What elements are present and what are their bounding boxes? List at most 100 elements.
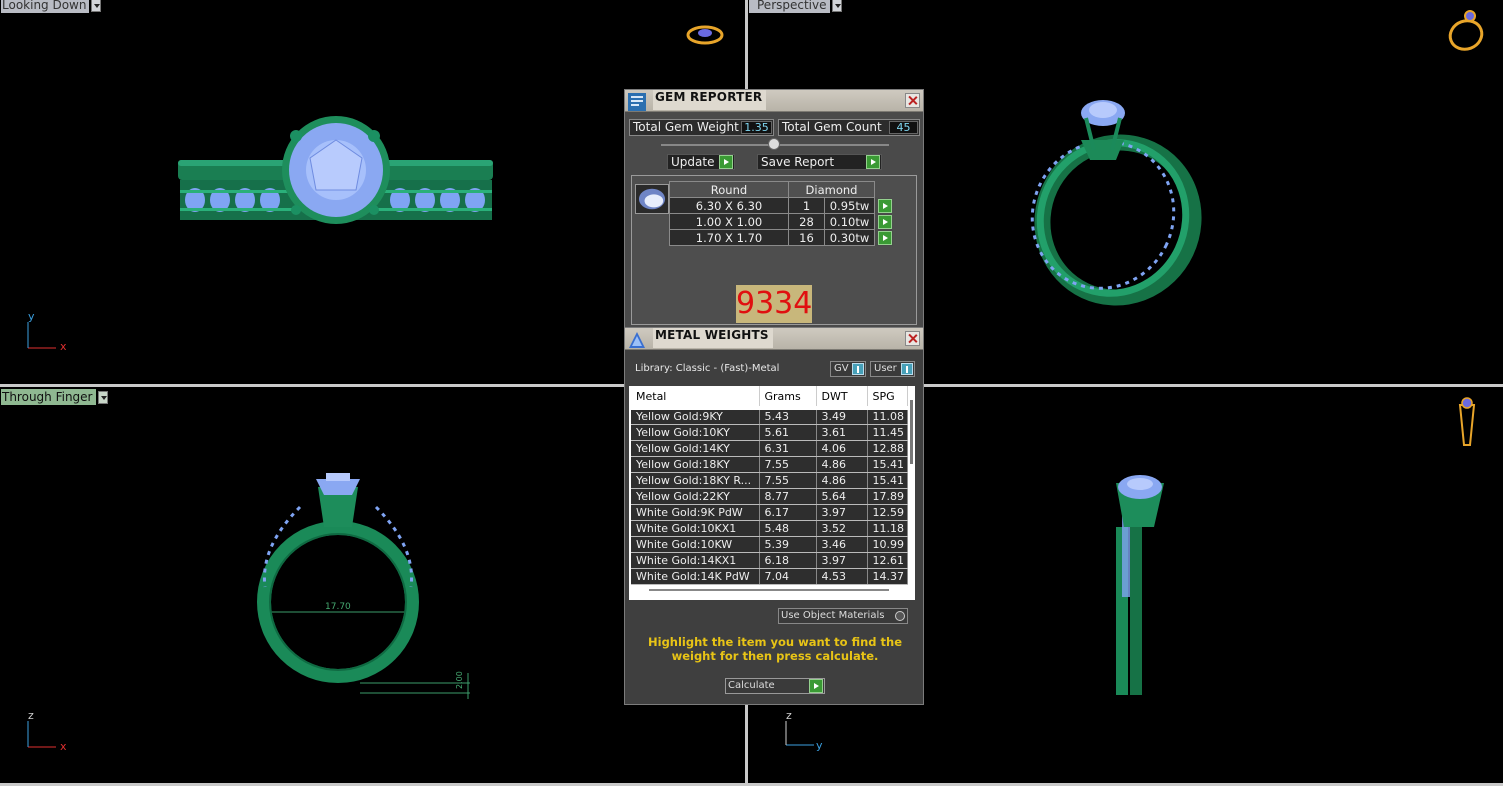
metal-name-cell: Yellow Gold:18KY	[631, 456, 760, 473]
grams-cell: 5.61	[759, 424, 817, 441]
viewport-label-looking-down[interactable]: Looking Down	[0, 0, 102, 13]
gem-weight-cell: 0.95tw	[824, 197, 875, 214]
spg-cell: 15.41	[867, 472, 908, 489]
radio-icon[interactable]	[895, 611, 905, 621]
viewport-name: Through Finger	[1, 389, 96, 405]
viewport-dropdown-icon[interactable]	[97, 390, 108, 404]
dwt-cell: 4.53	[816, 568, 868, 585]
close-icon[interactable]	[905, 93, 920, 108]
splitter-handle-icon[interactable]	[768, 138, 780, 150]
use-object-materials-label: Use Object Materials	[781, 610, 885, 621]
spg-header[interactable]: SPG	[867, 386, 908, 410]
dwt-cell: 4.86	[816, 472, 868, 489]
spg-cell: 11.45	[867, 424, 908, 441]
viewport-name: Looking Down	[1, 0, 90, 13]
panel-title: METAL WEIGHTS	[653, 328, 773, 348]
total-gem-count-field: Total Gem Count 45	[778, 119, 920, 136]
grams-cell: 6.18	[759, 552, 817, 569]
calculate-button[interactable]: Calculate	[725, 678, 825, 694]
total-gem-count-label: Total Gem Count	[782, 120, 882, 134]
toggle-icon	[852, 363, 864, 375]
axis-y-label: y	[28, 310, 35, 323]
table-row[interactable]: 1.00 X 1.00 28 0.10tw	[669, 213, 893, 230]
gem-size-cell: 1.70 X 1.70	[669, 229, 789, 246]
viewport-label-through-finger[interactable]: Through Finger	[0, 389, 108, 405]
total-gem-weight-label: Total Gem Weight	[633, 120, 739, 134]
grams-cell: 7.55	[759, 472, 817, 489]
table-row[interactable]: Yellow Gold:22KY 8.77 5.64 17.89	[631, 488, 908, 505]
dwt-cell: 3.61	[816, 424, 868, 441]
play-icon	[719, 155, 733, 169]
table-row[interactable]: Yellow Gold:18KY R... 7.55 4.86 15.41	[631, 472, 908, 489]
metal-table-container[interactable]: Metal Grams DWT SPG Yellow Gold:9KY 5.43 3…	[629, 386, 915, 600]
panel-title: GEM REPORTER	[653, 90, 767, 110]
axis-z-label: z	[28, 709, 34, 722]
spg-cell: 12.59	[867, 504, 908, 521]
table-row[interactable]: 6.30 X 6.30 1 0.95tw	[669, 197, 893, 214]
view-cube-icon	[1448, 10, 1484, 51]
viewport-dropdown-icon[interactable]	[831, 0, 842, 12]
table-row[interactable]: White Gold:14KX1 6.18 3.97 12.61	[631, 552, 908, 569]
play-icon	[809, 679, 823, 693]
metal-header[interactable]: Metal	[631, 386, 760, 410]
play-icon[interactable]	[878, 230, 892, 245]
table-row[interactable]: White Gold:14K PdW 7.04 4.53 14.37	[631, 568, 908, 585]
gv-label: GV	[834, 363, 849, 374]
spg-cell: 10.99	[867, 536, 908, 553]
table-row[interactable]: White Gold:9K PdW 6.17 3.97 12.59	[631, 504, 908, 521]
spg-cell: 11.08	[867, 408, 908, 425]
report-id-badge: 9334	[736, 285, 813, 323]
axis-y-label: y	[816, 739, 823, 752]
dwt-cell: 4.86	[816, 456, 868, 473]
view-cube-icon	[686, 25, 724, 45]
horizontal-scrollbar[interactable]	[649, 589, 889, 591]
metal-name-cell: White Gold:14K PdW	[631, 568, 760, 585]
viewport-label-perspective[interactable]: Perspective	[748, 0, 842, 13]
cad-workspace: x y Looking Down Perspective 17.70 2.00 …	[0, 0, 1503, 786]
viewport-dropdown-icon[interactable]	[91, 0, 102, 12]
table-row[interactable]: Yellow Gold:10KY 5.61 3.61 11.45	[631, 424, 908, 441]
spg-cell: 11.18	[867, 520, 908, 537]
grams-header[interactable]: Grams	[759, 386, 817, 410]
calculate-label: Calculate	[728, 680, 775, 691]
gem-size-cell: 1.00 X 1.00	[669, 213, 789, 230]
spg-cell: 12.61	[867, 552, 908, 569]
close-icon[interactable]	[905, 331, 920, 346]
update-button[interactable]: Update	[667, 154, 735, 170]
vertical-scrollbar[interactable]	[910, 400, 913, 464]
axis-z-label: z	[786, 709, 792, 722]
dwt-header[interactable]: DWT	[816, 386, 868, 410]
table-row[interactable]: White Gold:10KX1 5.48 3.52 11.18	[631, 520, 908, 537]
metal-name-cell: Yellow Gold:10KY	[631, 424, 760, 441]
table-row[interactable]: Yellow Gold:18KY 7.55 4.86 15.41	[631, 456, 908, 473]
spg-cell: 15.41	[867, 456, 908, 473]
viewport-name: Perspective	[749, 0, 830, 13]
gv-toggle[interactable]: GV	[830, 361, 866, 377]
grams-cell: 8.77	[759, 488, 817, 505]
ring-thickness-dimension: 2.00	[455, 671, 464, 689]
gem-reporter-titlebar[interactable]: GEM REPORTER	[625, 90, 923, 112]
play-icon[interactable]	[878, 214, 892, 229]
grams-cell: 5.48	[759, 520, 817, 537]
gem-size-cell: 6.30 X 6.30	[669, 197, 789, 214]
library-label: Library: Classic - (Fast)-Metal	[635, 363, 780, 374]
spg-cell: 14.37	[867, 568, 908, 585]
dwt-cell: 3.97	[816, 504, 868, 521]
metal-name-cell: White Gold:10KW	[631, 536, 760, 553]
metal-weights-titlebar[interactable]: METAL WEIGHTS	[625, 328, 923, 350]
save-report-button[interactable]: Save Report	[757, 154, 882, 170]
dwt-cell: 3.46	[816, 536, 868, 553]
total-gem-weight-value: 1.35	[741, 121, 772, 134]
use-object-materials-option[interactable]: Use Object Materials	[778, 608, 908, 624]
table-row[interactable]: Yellow Gold:9KY 5.43 3.49 11.08	[631, 408, 908, 425]
table-row[interactable]: Yellow Gold:14KY 6.31 4.06 12.88	[631, 440, 908, 457]
table-row[interactable]: White Gold:10KW 5.39 3.46 10.99	[631, 536, 908, 553]
metal-name-cell: Yellow Gold:18KY R...	[631, 472, 760, 489]
user-toggle[interactable]: User	[870, 361, 915, 377]
metal-name-cell: White Gold:9K PdW	[631, 504, 760, 521]
total-gem-count-value: 45	[889, 121, 918, 134]
table-row[interactable]: 1.70 X 1.70 16 0.30tw	[669, 229, 893, 246]
grams-cell: 5.43	[759, 408, 817, 425]
dwt-cell: 5.64	[816, 488, 868, 505]
play-icon[interactable]	[878, 198, 892, 213]
